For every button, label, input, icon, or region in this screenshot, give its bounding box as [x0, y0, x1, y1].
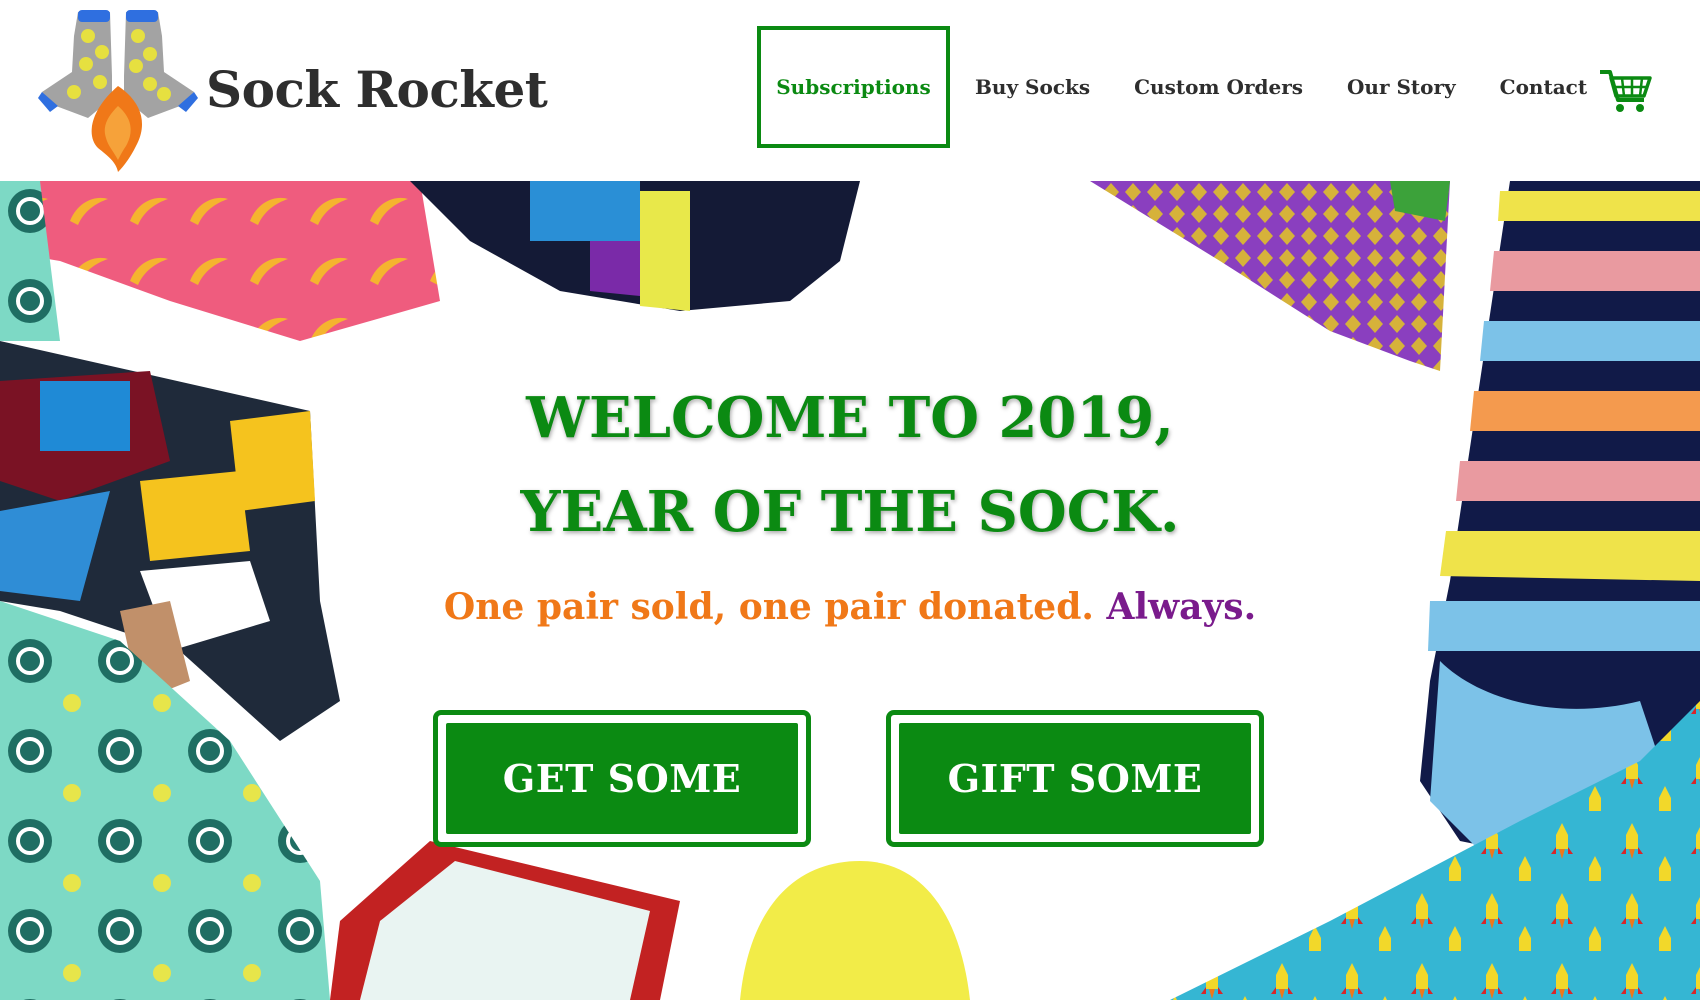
- nav-item-buy-socks[interactable]: Buy Socks: [953, 26, 1112, 148]
- nav-item-contact[interactable]: Contact: [1478, 26, 1609, 148]
- gift-some-label: GIFT SOME: [899, 723, 1251, 834]
- gift-some-button[interactable]: GIFT SOME: [886, 710, 1264, 847]
- nav-item-our-story[interactable]: Our Story: [1325, 26, 1478, 148]
- headline-line-1: WELCOME TO 2019,: [526, 385, 1174, 451]
- brand-logo-link[interactable]: Sock Rocket: [38, 6, 548, 176]
- hero-headline: WELCOME TO 2019, YEAR OF THE SOCK.: [350, 371, 1350, 559]
- hero-tagline: One pair sold, one pair donated. Always.: [350, 586, 1350, 628]
- rocket-socks-logo-icon: [38, 10, 198, 172]
- shopping-cart-icon[interactable]: [1598, 66, 1652, 114]
- tagline-main: One pair sold, one pair donated.: [443, 586, 1094, 628]
- nav-item-custom-orders[interactable]: Custom Orders: [1112, 26, 1325, 148]
- main-nav: Subscriptions Buy Socks Custom Orders Ou…: [757, 26, 1609, 148]
- tagline-accent: Always.: [1106, 586, 1257, 628]
- brand-name: Sock Rocket: [206, 60, 548, 119]
- get-some-button[interactable]: GET SOME: [433, 710, 811, 847]
- get-some-label: GET SOME: [446, 723, 798, 834]
- nav-item-subscriptions[interactable]: Subscriptions: [757, 26, 950, 148]
- site-header: Sock Rocket Subscriptions Buy Socks Cust…: [0, 0, 1700, 181]
- hero-section: WELCOME TO 2019, YEAR OF THE SOCK. One p…: [0, 181, 1700, 1000]
- headline-line-2: YEAR OF THE SOCK.: [520, 479, 1180, 545]
